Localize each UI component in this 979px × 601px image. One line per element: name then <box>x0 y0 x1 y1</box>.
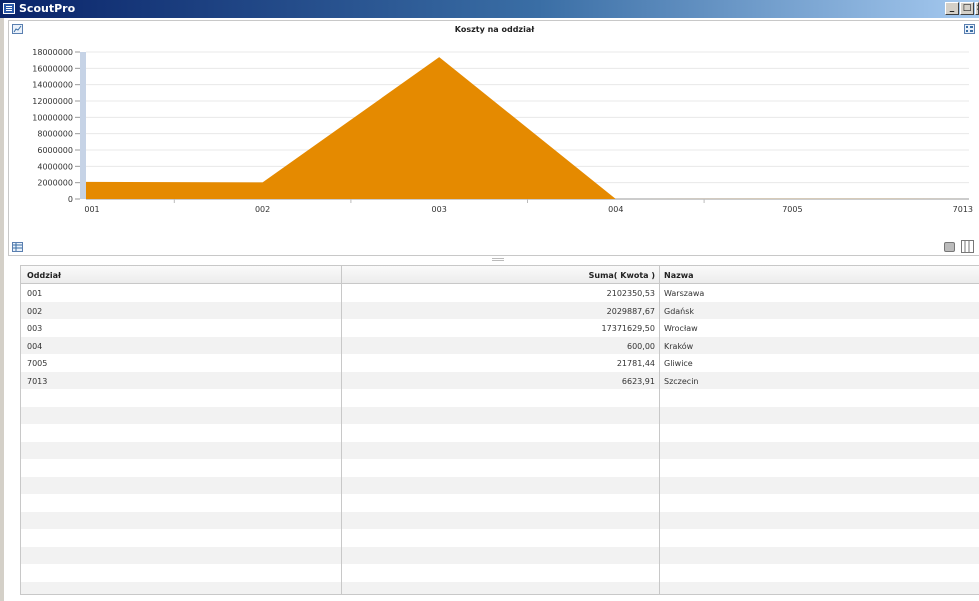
x-tick-label: 003 <box>432 205 447 214</box>
cell-suma: 600,00 <box>627 341 655 351</box>
column-header-nazwa[interactable]: Nazwa <box>664 271 694 280</box>
chart-scrollbar[interactable] <box>80 52 86 199</box>
table-view-icon[interactable] <box>12 242 23 252</box>
window-title: ScoutPro <box>19 2 76 15</box>
columns-icon[interactable] <box>961 240 974 253</box>
cell-suma: 17371629,50 <box>601 324 655 333</box>
empty-row <box>21 494 979 512</box>
table-row[interactable]: 7005 21781,44 Gliwice <box>21 354 979 372</box>
empty-row <box>21 546 979 564</box>
cell-suma: 2102350,53 <box>606 289 655 298</box>
empty-row <box>21 406 979 424</box>
x-tick-label: 002 <box>255 205 270 214</box>
cell-suma: 2029887,67 <box>606 306 655 316</box>
cell-oddzial: 001 <box>27 289 43 298</box>
empty-row <box>21 389 979 407</box>
cell-suma: 21781,44 <box>616 359 655 368</box>
x-tick-label: 001 <box>84 205 99 214</box>
maximize-button[interactable]: □ <box>960 2 974 15</box>
series-area <box>86 57 969 200</box>
empty-row <box>21 564 979 582</box>
title-bar: ScoutPro _ □ × <box>0 0 979 18</box>
grid-header: Oddział Suma( Kwota ) Nazwa <box>21 266 979 284</box>
panel-splitter[interactable] <box>492 258 504 261</box>
x-tick-label: 7013 <box>953 205 973 214</box>
y-tick-label: 14000000 <box>32 81 73 90</box>
table-row[interactable]: 002 2029887,67 Gdańsk <box>21 301 979 319</box>
cell-oddzial: 7005 <box>27 359 48 368</box>
cell-oddzial: 004 <box>27 341 43 351</box>
minimize-button[interactable]: _ <box>945 2 959 15</box>
cell-oddzial: 002 <box>27 306 43 316</box>
y-tick-label: 2000000 <box>37 179 73 188</box>
column-separator <box>659 266 660 594</box>
close-button[interactable]: × <box>975 2 979 15</box>
cell-suma: 6623,91 <box>621 376 655 386</box>
cell-oddzial: 003 <box>27 324 43 333</box>
empty-row <box>21 476 979 494</box>
empty-row <box>21 581 979 594</box>
y-tick-label: 10000000 <box>32 113 73 122</box>
y-tick-label: 12000000 <box>32 97 73 106</box>
empty-row <box>21 441 979 459</box>
print-icon[interactable] <box>944 242 955 252</box>
y-tick-label: 8000000 <box>37 130 73 139</box>
column-header-suma[interactable]: Suma( Kwota ) <box>341 271 655 280</box>
y-tick-label: 4000000 <box>37 162 73 171</box>
x-tick-label: 004 <box>608 205 623 214</box>
data-grid: Oddział Suma( Kwota ) Nazwa 001 2102350,5… <box>20 265 979 595</box>
y-tick-label: 16000000 <box>32 64 73 73</box>
empty-row <box>21 511 979 529</box>
empty-row <box>21 459 979 477</box>
area-chart: 0 2000000 4000000 6000000 8000000 10000000 120… <box>32 48 973 214</box>
cell-nazwa: Szczecin <box>664 376 699 386</box>
cell-nazwa: Wrocław <box>664 324 698 333</box>
column-header-oddzial[interactable]: Oddział <box>27 271 61 280</box>
y-tick-label: 6000000 <box>37 146 73 155</box>
cell-nazwa: Gliwice <box>664 359 693 368</box>
app-icon <box>3 3 15 14</box>
chart-panel: Koszty na oddział 0 2000000 4000000 6000000… <box>8 20 979 256</box>
cell-oddzial: 7013 <box>27 376 48 386</box>
empty-row <box>21 424 979 442</box>
cell-nazwa: Warszawa <box>664 289 705 298</box>
y-tick-label: 18000000 <box>32 48 73 57</box>
column-separator <box>341 266 342 594</box>
y-tick-label: 0 <box>68 195 73 204</box>
cell-nazwa: Kraków <box>664 341 694 351</box>
table-row[interactable]: 003 17371629,50 Wrocław <box>21 319 979 337</box>
table-row[interactable]: 004 600,00 Kraków <box>21 336 979 354</box>
cell-nazwa: Gdańsk <box>664 306 695 316</box>
empty-row <box>21 529 979 547</box>
table-row[interactable]: 001 2102350,53 Warszawa <box>21 284 979 302</box>
x-tick-label: 7005 <box>782 205 802 214</box>
table-row[interactable]: 7013 6623,91 Szczecin <box>21 371 979 389</box>
